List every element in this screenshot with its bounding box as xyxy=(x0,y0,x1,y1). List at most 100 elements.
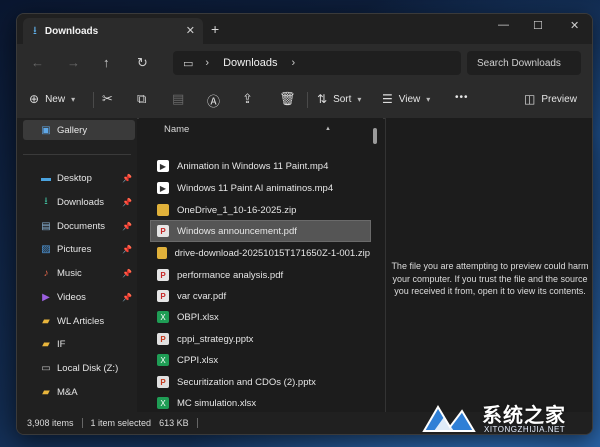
file-name: Animation in Windows 11 Paint.mp4 xyxy=(177,160,329,172)
sidebar-item-local-disk[interactable]: ▭ Local Disk (Z:) xyxy=(23,358,135,378)
plus-circle-icon: ⊕ xyxy=(29,92,40,106)
chevron-right-icon[interactable]: › xyxy=(205,57,209,69)
list-item[interactable]: ▶ Windows 11 Paint AI animatinos.mp4 xyxy=(151,178,370,198)
sidebar-item-desktop[interactable]: ▬ Desktop 📌 xyxy=(23,168,135,188)
file-name: OBPI.xlsx xyxy=(177,311,219,323)
delete-icon[interactable]: 🗑 xyxy=(279,91,296,107)
breadcrumb-downloads[interactable]: Downloads xyxy=(223,57,277,69)
excel-file-icon: X xyxy=(157,397,169,409)
sidebar-item-documents[interactable]: ▤ Documents 📌 xyxy=(23,216,135,236)
pdf-file-icon: P xyxy=(157,225,169,237)
list-item[interactable]: X OBPI.xlsx xyxy=(151,307,370,327)
sidebar-item-label: Music xyxy=(57,267,82,279)
sidebar-item-if[interactable]: ▰ IF xyxy=(23,334,135,354)
navigation-pane: ▣ Gallery ▬ Desktop 📌 ⭳ Downloads 📌 ▤ Do… xyxy=(17,118,137,412)
pdf-file-icon: P xyxy=(157,290,169,302)
list-item-selected[interactable]: P Windows announcement.pdf xyxy=(150,220,371,242)
share-icon[interactable]: ⇪ xyxy=(242,91,253,107)
tab-title: Downloads xyxy=(44,25,99,37)
refresh-button[interactable]: ↻ xyxy=(137,55,148,71)
this-pc-icon: ▭ xyxy=(183,57,194,70)
selection-count: 1 item selected xyxy=(90,418,152,428)
sidebar-item-gallery[interactable]: ▣ Gallery xyxy=(23,120,135,140)
scrollbar-thumb[interactable] xyxy=(373,128,377,144)
more-options-button[interactable]: ••• xyxy=(455,92,469,103)
folder-icon: ▰ xyxy=(42,386,50,398)
minimize-button[interactable]: — xyxy=(498,19,509,31)
preview-pane: The file you are attempting to preview c… xyxy=(385,118,592,412)
pin-icon[interactable]: 📌 xyxy=(122,222,132,231)
file-name: OneDrive_1_10-16-2025.zip xyxy=(177,204,297,216)
file-explorer-window: ⭳ Downloads ✕ + — ☐ ✕ ← → ↑ ↻ ▭ › Downlo… xyxy=(16,13,593,435)
pin-icon[interactable]: 📌 xyxy=(122,198,132,207)
preview-label: Preview xyxy=(541,93,577,105)
chevron-down-icon: ▾ xyxy=(357,94,362,104)
new-button[interactable]: ⊕ New ▾ xyxy=(29,92,75,106)
excel-file-icon: X xyxy=(157,311,169,323)
list-item[interactable]: X MC simulation.xlsx xyxy=(151,393,370,412)
command-bar: ⊕ New ▾ ✂ ⧉ ▤ Ⓐ ⇪ 🗑 ⇅ Sort ▾ ☰ View ▾ ••… xyxy=(17,82,592,119)
forward-button[interactable]: → xyxy=(67,55,80,70)
divider xyxy=(81,418,83,428)
back-button[interactable]: ← xyxy=(31,55,44,70)
powerpoint-file-icon: P xyxy=(157,333,169,345)
pin-icon[interactable]: 📌 xyxy=(122,293,132,302)
sidebar-item-pictures[interactable]: ▨ Pictures 📌 xyxy=(23,239,135,259)
up-button[interactable]: ↑ xyxy=(103,55,110,70)
preview-button[interactable]: ◫ Preview xyxy=(524,92,577,106)
file-name: MC simulation.xlsx xyxy=(177,397,257,409)
list-item[interactable]: P var cvar.pdf xyxy=(151,286,370,306)
file-name: performance analysis.pdf xyxy=(177,269,284,281)
pdf-file-icon: P xyxy=(157,269,169,281)
item-count: 3,908 items xyxy=(27,418,74,428)
chevron-right-icon[interactable]: › xyxy=(292,57,296,69)
pin-icon[interactable]: 📌 xyxy=(122,245,132,254)
maximize-button[interactable]: ☐ xyxy=(533,19,543,32)
tab-close-icon[interactable]: ✕ xyxy=(186,24,195,37)
breadcrumb[interactable]: ▭ › Downloads › xyxy=(173,51,461,75)
sidebar-item-m-and-a[interactable]: ▰ M&A xyxy=(23,382,135,402)
tab-downloads[interactable]: ⭳ Downloads ✕ xyxy=(23,18,203,44)
sort-button[interactable]: ⇅ Sort ▾ xyxy=(317,92,361,106)
copy-icon[interactable]: ⧉ xyxy=(137,91,146,107)
search-input[interactable]: Search Downloads xyxy=(467,51,581,75)
zip-folder-icon xyxy=(157,204,169,216)
file-name: drive-download-20251015T171650Z-1-001.zi… xyxy=(174,247,370,259)
selection-size: 613 KB xyxy=(159,418,189,428)
view-label: View xyxy=(398,93,421,105)
list-item[interactable]: P performance analysis.pdf xyxy=(151,265,370,285)
list-item[interactable]: ▶ Animation in Windows 11 Paint.mp4 xyxy=(151,156,370,176)
file-name: Windows 11 Paint AI animatinos.mp4 xyxy=(177,182,334,194)
divider xyxy=(307,92,308,108)
paste-icon[interactable]: ▤ xyxy=(172,91,184,107)
rename-icon[interactable]: Ⓐ xyxy=(207,91,220,110)
pin-icon[interactable]: 📌 xyxy=(122,174,132,183)
videos-icon: ▶ xyxy=(42,291,50,303)
new-tab-button[interactable]: + xyxy=(211,21,219,37)
list-item[interactable]: P cppi_strategy.pptx xyxy=(151,329,370,349)
sidebar-item-label: M&A xyxy=(57,386,78,398)
divider xyxy=(196,418,198,428)
video-file-icon: ▶ xyxy=(157,160,169,172)
sidebar-item-videos[interactable]: ▶ Videos 📌 xyxy=(23,287,135,307)
sidebar-item-downloads[interactable]: ⭳ Downloads 📌 xyxy=(23,192,135,212)
address-bar: ← → ↑ ↻ ▭ › Downloads › Search Downloads xyxy=(17,44,592,82)
list-item[interactable]: P Securitization and CDOs (2).pptx xyxy=(151,372,370,392)
sidebar-item-label: Gallery xyxy=(57,124,88,136)
pin-icon[interactable]: 📌 xyxy=(122,269,132,278)
close-window-button[interactable]: ✕ xyxy=(570,19,579,32)
view-button[interactable]: ☰ View ▾ xyxy=(382,92,430,106)
documents-icon: ▤ xyxy=(41,220,51,232)
sidebar-item-label: Videos xyxy=(57,291,86,303)
sidebar-item-label: IF xyxy=(57,338,66,350)
cut-icon[interactable]: ✂ xyxy=(102,91,113,107)
list-item[interactable]: OneDrive_1_10-16-2025.zip xyxy=(151,200,370,220)
list-item[interactable]: X CPPI.xlsx xyxy=(151,350,370,370)
sidebar-item-label: Downloads xyxy=(57,196,104,208)
sidebar-item-wl-articles[interactable]: ▰ WL Articles xyxy=(23,311,135,331)
sidebar-item-music[interactable]: ♪ Music 📌 xyxy=(23,263,135,283)
list-item[interactable]: drive-download-20251015T171650Z-1-001.zi… xyxy=(151,243,370,263)
preview-pane-icon: ◫ xyxy=(524,92,536,106)
sort-label: Sort xyxy=(333,93,352,105)
column-header-name[interactable]: Name xyxy=(164,124,189,135)
